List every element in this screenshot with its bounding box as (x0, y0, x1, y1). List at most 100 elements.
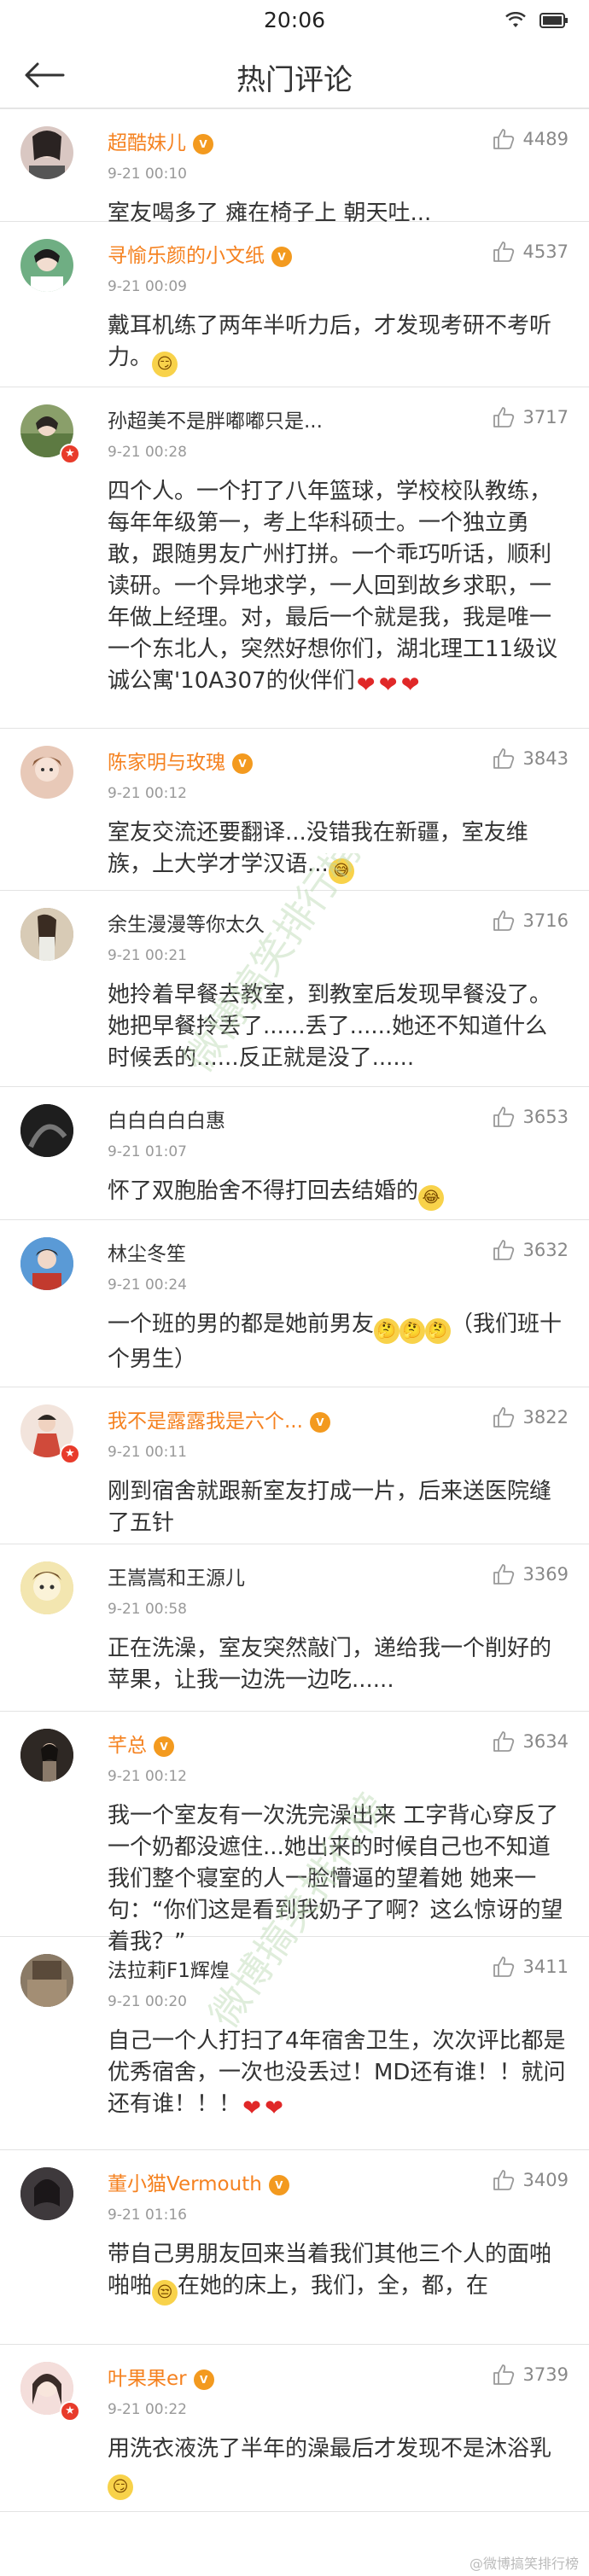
like-button[interactable]: 3653 (493, 1106, 569, 1128)
smirk-emoji-icon: 😏 (152, 352, 178, 377)
heart-emoji-icon: ❤ (378, 672, 398, 698)
heart-emoji-icon: ❤ (242, 2096, 261, 2121)
like-button[interactable]: 3411 (493, 1956, 569, 1978)
comment-text: 四个人。一个打了八年篮球，学校校队教练，每年年级第一，考上华科硕士。一个独立勇敢… (108, 479, 558, 698)
timestamp: 9-21 00:24 (108, 1276, 187, 1294)
username[interactable]: 林尘冬笙 (108, 1237, 186, 1266)
thumbs-up-icon (493, 1240, 514, 1260)
avatar[interactable] (20, 1104, 73, 1157)
vip-icon: V (271, 247, 292, 267)
comment-text: 一个班的男的都是她前男友 🤔 🤔 🤔 （我们班十个男生） (108, 1311, 563, 1372)
timestamp: 9-21 00:28 (108, 444, 187, 461)
vip-icon: V (268, 2175, 289, 2195)
like-count: 3717 (522, 407, 569, 427)
avatar[interactable] (20, 126, 73, 179)
verified-badge-icon: ★ (60, 1444, 80, 1464)
timestamp: 9-21 00:10 (108, 166, 187, 183)
username[interactable]: 白白白白白惠 (108, 1104, 225, 1133)
username[interactable]: 余生漫漫等你太久 (108, 908, 265, 937)
like-button[interactable]: 3739 (493, 2364, 569, 2386)
username[interactable]: 芊总 V (108, 1729, 174, 1758)
like-count: 3411 (522, 1957, 569, 1977)
like-count: 3409 (522, 2170, 569, 2190)
comments-list: 超酷妹儿 V 9-21 00:10 4489 室友喝多了 瘫在椅子上 朝天吐...… (0, 109, 589, 2512)
like-button[interactable]: 3822 (493, 1406, 569, 1428)
comment-text: 刚到宿舍就跟新室友打成一片，后来送医院缝了五针 (108, 1479, 552, 1536)
comment-item: 白白白白白惠 9-21 01:07 3653 怀了双胞胎舍不得打回去结婚的 😂 (0, 1087, 589, 1220)
avatar[interactable] (20, 1729, 73, 1782)
username[interactable]: 孙超美不是胖嘟嘟只是... (108, 404, 323, 433)
comment-item: 董小猫Vermouth V 9-21 01:16 3409 带自己男朋友回来当着我… (0, 2150, 589, 2345)
like-count: 3822 (522, 1407, 569, 1428)
like-button[interactable]: 3717 (493, 406, 569, 428)
thumbs-up-icon (493, 1407, 514, 1428)
verified-badge-icon: ★ (60, 2401, 80, 2422)
comment-text: 我一个室友有一次洗完澡出来 工字背心穿反了 一个奶都没遮住...她出来的时候自己… (108, 1803, 563, 1955)
username[interactable]: 董小猫Vermouth V (108, 2167, 289, 2196)
comment-text: 带自己男朋友回来当着我们其他三个人的面啪啪啪 😒 在她的床上，我们，全，都，在 (108, 2239, 567, 2306)
footer-watermark: @微博搞笑排行榜 (469, 2556, 579, 2572)
status-time: 20:06 (263, 8, 326, 32)
avatar[interactable] (20, 746, 73, 799)
like-count: 3843 (522, 748, 569, 769)
timestamp: 9-21 00:20 (108, 1993, 187, 2010)
thinking-emoji-icon: 🤔 (425, 1318, 452, 1344)
comment-text: 室友交流还要翻译...没错我在新疆，室友维族，上大学才学汉语... 😅 (108, 817, 567, 884)
comment-item: 余生漫漫等你太久 9-21 00:21 3716 她拎着早餐去教室，到教室后发现… (0, 891, 589, 1087)
smirk-emoji-icon: 😏 (108, 2474, 133, 2500)
username[interactable]: 寻愉乐颜的小文纸 V (108, 239, 292, 268)
comment-item: 超酷妹儿 V 9-21 00:10 4489 室友喝多了 瘫在椅子上 朝天吐... (0, 109, 589, 226)
like-button[interactable]: 3716 (493, 910, 569, 932)
like-button[interactable]: 3409 (493, 2169, 569, 2191)
comment-item: 林尘冬笙 9-21 00:24 3632 一个班的男的都是她前男友 🤔 🤔 🤔 （我们班… (0, 1220, 589, 1387)
username[interactable]: 法拉莉F1辉煌 (108, 1954, 230, 1983)
username[interactable]: 叶果果er V (108, 2362, 214, 2391)
like-button[interactable]: 3632 (493, 1239, 569, 1261)
vip-icon: V (232, 753, 253, 774)
comment-text: 自己一个人打扫了4年宿舍卫生，次次评比都是优秀宿舍，一次也没丢过！MD还有谁！！… (108, 2028, 566, 2121)
vip-icon: V (309, 1412, 330, 1433)
username[interactable]: 陈家明与玫瑰 V (108, 746, 253, 775)
timestamp: 9-21 00:21 (108, 947, 187, 964)
comment-text: 戴耳机练了两年半听力后，才发现考研不考听力。 😏 (108, 311, 567, 377)
comment-item: ★ 我不是露露我是六个... V 9-21 00:11 3822 刚到宿舍就跟新室… (0, 1387, 589, 1544)
thumbs-up-icon (493, 407, 514, 427)
timestamp: 9-21 00:58 (108, 1601, 187, 1618)
avatar[interactable] (20, 908, 73, 961)
heart-emoji-icon: ❤ (400, 672, 420, 698)
like-count: 4537 (522, 241, 569, 262)
like-count: 4489 (522, 129, 569, 149)
thumbs-up-icon (493, 748, 514, 769)
like-button[interactable]: 3369 (493, 1563, 569, 1585)
avatar[interactable] (20, 239, 73, 292)
like-count: 3369 (522, 1564, 569, 1585)
like-button[interactable]: 4537 (493, 241, 569, 263)
username[interactable]: 我不是露露我是六个... V (108, 1404, 330, 1433)
thumbs-up-icon (493, 1564, 514, 1585)
avatar[interactable] (20, 1237, 73, 1290)
username[interactable]: 王嵩嵩和王源儿 (108, 1561, 245, 1590)
thumbs-up-icon (493, 910, 514, 931)
unamused-emoji-icon: 😒 (152, 2280, 178, 2306)
avatar[interactable] (20, 1954, 73, 2007)
comment-item: ★ 叶果果er V 9-21 00:22 3739 用洗衣液洗了半年的澡最后才发现… (0, 2345, 589, 2512)
comment-item: 陈家明与玫瑰 V 9-21 00:12 3843 室友交流还要翻译...没错我在新… (0, 729, 589, 891)
page-title: 热门评论 (236, 63, 353, 97)
like-button[interactable]: 3843 (493, 747, 569, 770)
thumbs-up-icon (493, 241, 514, 262)
like-count: 3632 (522, 1240, 569, 1260)
avatar[interactable] (20, 2167, 73, 2220)
comment-text: 用洗衣液洗了半年的澡最后才发现不是沐浴乳😏 (108, 2434, 567, 2500)
battery-icon (539, 13, 569, 32)
like-button[interactable]: 3634 (493, 1730, 569, 1753)
username[interactable]: 超酷妹儿 V (108, 126, 213, 155)
thumbs-up-icon (493, 1731, 514, 1752)
like-button[interactable]: 4489 (493, 128, 569, 150)
like-count: 3739 (522, 2364, 569, 2385)
timestamp: 9-21 00:12 (108, 1768, 187, 1785)
wifi-icon (505, 11, 526, 32)
status-icons (505, 11, 569, 32)
avatar[interactable] (20, 1561, 73, 1614)
like-count: 3716 (522, 910, 569, 931)
comment-item: 法拉莉F1辉煌 9-21 00:20 3411 自己一个人打扫了4年宿舍卫生，次… (0, 1937, 589, 2150)
